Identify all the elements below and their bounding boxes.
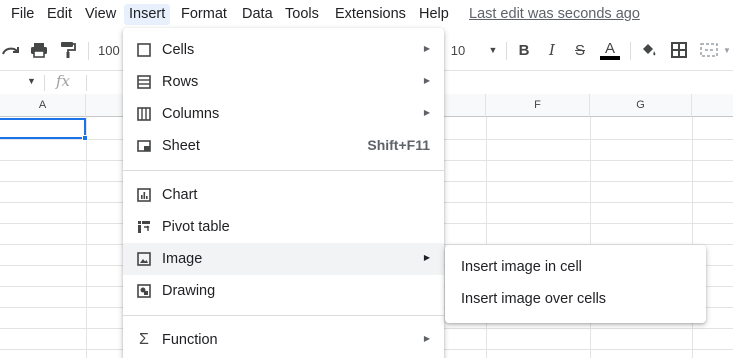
paint-format-icon[interactable] (57, 39, 79, 61)
merge-cells-icon[interactable] (698, 39, 720, 61)
toolbar-divider (88, 42, 89, 60)
menu-format[interactable]: Format (178, 4, 230, 25)
menu-item-columns[interactable]: Columns ▶ (123, 98, 444, 130)
text-color-icon[interactable]: A (598, 39, 622, 61)
fx-icon: fx (56, 72, 71, 90)
menu-item-label: Function (162, 332, 218, 348)
last-edit-link[interactable]: Last edit was seconds ago (469, 4, 640, 25)
fill-handle[interactable] (82, 135, 88, 141)
column-header-a[interactable]: A (0, 94, 86, 117)
submenu-arrow-icon: ▶ (423, 108, 430, 117)
image-submenu: Insert image in cell Insert image over c… (445, 245, 706, 323)
bold-icon[interactable]: B (514, 39, 534, 61)
menu-item-pivot-table[interactable]: Pivot table (123, 211, 444, 243)
menu-item-image[interactable]: Image ▶ (123, 243, 444, 275)
menu-bar: File Edit View Insert Format Data Tools … (0, 0, 733, 28)
menu-item-label: Columns (162, 106, 220, 122)
menu-item-label: Cells (162, 42, 195, 58)
cells-icon (136, 42, 152, 58)
strikethrough-icon[interactable]: S (570, 39, 590, 61)
submenu-arrow-icon: ▶ (423, 253, 430, 262)
menu-item-label: Pivot table (162, 219, 230, 235)
submenu-arrow-icon: ▶ (423, 334, 430, 343)
menu-item-chart[interactable]: Chart (123, 179, 444, 211)
menu-item-drawing[interactable]: Drawing (123, 275, 444, 307)
svg-text:A: A (605, 40, 615, 57)
merge-dropdown-icon[interactable]: ▼ (722, 39, 732, 61)
sigma-icon: Σ (139, 331, 149, 348)
font-size-dropdown-icon[interactable]: ▼ (486, 39, 500, 61)
menu-item-shortcut: Shift+F11 (367, 137, 430, 153)
zoom-select[interactable]: 100 (98, 39, 126, 61)
submenu-arrow-icon: ▶ (423, 76, 430, 85)
menu-extensions[interactable]: Extensions (332, 4, 409, 25)
submenu-arrow-icon: ▶ (423, 44, 430, 53)
menu-edit[interactable]: Edit (44, 4, 75, 25)
menu-item-insert-image-in-cell[interactable]: Insert image in cell (445, 251, 706, 283)
pivot-table-icon (136, 219, 152, 235)
column-header-f[interactable]: F (486, 94, 590, 117)
toolbar-divider (630, 42, 631, 60)
menu-item-label: Drawing (162, 283, 216, 299)
menu-item-label: Chart (162, 187, 198, 203)
formula-bar-divider (86, 75, 87, 91)
sheet-icon (136, 138, 152, 154)
column-header[interactable] (692, 94, 733, 117)
menu-data[interactable]: Data (239, 4, 276, 25)
columns-icon (136, 106, 152, 122)
print-icon[interactable] (28, 39, 50, 61)
menu-insert[interactable]: Insert (124, 4, 171, 25)
menu-item-label: Insert image in cell (461, 259, 582, 275)
menu-item-cells[interactable]: Cells ▶ (123, 34, 444, 66)
column-line (86, 117, 87, 358)
selected-cell[interactable] (0, 118, 86, 139)
font-size-select[interactable]: 10 (448, 39, 468, 61)
menu-tools[interactable]: Tools (282, 4, 322, 25)
menu-item-function[interactable]: Σ Function ▶ (123, 324, 444, 356)
toolbar-divider (506, 42, 507, 60)
menu-item-label: Image (162, 251, 203, 267)
menu-divider (123, 170, 444, 171)
image-icon (136, 251, 152, 267)
menu-view[interactable]: View (82, 4, 119, 25)
fill-color-icon[interactable] (638, 39, 660, 61)
chart-icon (136, 187, 152, 203)
menu-item-label: Rows (162, 74, 199, 90)
formula-bar-divider (44, 75, 45, 91)
menu-help[interactable]: Help (416, 4, 452, 25)
menu-item-insert-image-over-cells[interactable]: Insert image over cells (445, 283, 706, 315)
menu-item-label: Insert image over cells (461, 291, 607, 307)
column-header-g[interactable]: G (590, 94, 692, 117)
insert-menu: Cells ▶ Rows ▶ Columns ▶ Sheet Shift+F11… (123, 28, 444, 358)
menu-item-label: Sheet (162, 138, 200, 154)
menu-file[interactable]: File (8, 4, 37, 25)
italic-icon[interactable]: I (542, 39, 562, 61)
menu-divider (123, 315, 444, 316)
name-box-dropdown-icon[interactable]: ▼ (27, 76, 36, 86)
redo-icon[interactable] (0, 39, 22, 61)
menu-item-sheet[interactable]: Sheet Shift+F11 (123, 130, 444, 162)
rows-icon (136, 74, 152, 90)
borders-icon[interactable] (668, 39, 690, 61)
menu-item-rows[interactable]: Rows ▶ (123, 66, 444, 98)
drawing-icon (136, 283, 152, 299)
